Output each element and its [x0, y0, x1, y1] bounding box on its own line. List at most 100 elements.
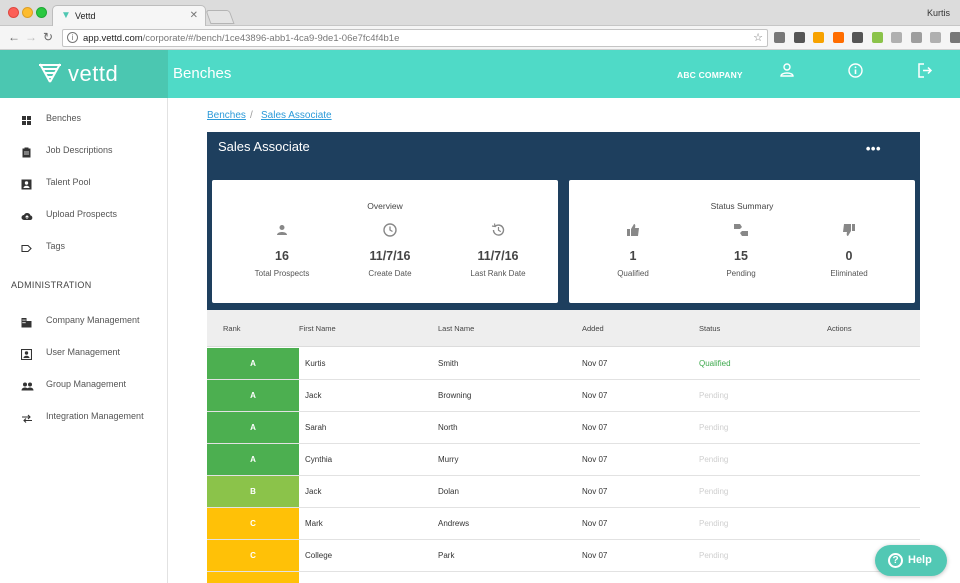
- browser-extension-icon[interactable]: [910, 32, 922, 43]
- browser-tab-strip: ▼ Vettd ✕ Kurtis: [0, 0, 960, 27]
- address-url[interactable]: app.vettd.com/corporate/#/bench/1ce43896…: [83, 33, 399, 44]
- first-name-cell: Mark: [305, 519, 323, 528]
- added-date-cell: Nov 07: [582, 519, 608, 528]
- sidebar-item-label: Company Management: [46, 315, 140, 325]
- breadcrumb-separator: /: [250, 110, 253, 121]
- browser-extension-icon[interactable]: [871, 32, 883, 43]
- browser-extension-icon[interactable]: [891, 32, 902, 43]
- last-name-cell: Andrews: [438, 519, 470, 528]
- table-row[interactable]: A Jack Browning Nov 07 Pending: [207, 380, 920, 412]
- brand[interactable]: vettd: [0, 50, 168, 98]
- window-maximize-button[interactable]: [36, 7, 47, 18]
- stat-value: 0: [845, 249, 853, 263]
- sidebar-item-label: Benches: [46, 113, 82, 123]
- brand-name: vettd: [68, 61, 119, 86]
- building-icon: [21, 315, 32, 328]
- sidebar-item-user-management[interactable]: User Management: [0, 342, 168, 362]
- column-rank[interactable]: Rank: [223, 324, 241, 333]
- window-minimize-button[interactable]: [22, 7, 33, 18]
- stat-label: Eliminated: [830, 269, 868, 278]
- column-added[interactable]: Added: [582, 324, 604, 333]
- table-row[interactable]: B Jack Dolan Nov 07 Pending: [207, 476, 920, 508]
- site-info-icon[interactable]: i: [67, 32, 78, 43]
- stat-value: 11/7/16: [369, 249, 411, 263]
- added-date-cell: Nov 07: [582, 391, 608, 400]
- sidebar: Benches Job Descriptions Talent Pool Upload…: [0, 98, 168, 583]
- info-icon[interactable]: [848, 63, 863, 78]
- stat-eliminated: 0 Eliminated: [799, 222, 899, 278]
- breadcrumb-sales-associate[interactable]: Sales Associate: [261, 110, 332, 121]
- browser-extension-icon[interactable]: [774, 32, 785, 43]
- stat-pending: 15 Pending: [691, 222, 791, 278]
- company-name[interactable]: ABC COMPANY: [677, 70, 743, 80]
- column-status[interactable]: Status: [699, 324, 720, 333]
- stat-label: Create Date: [368, 269, 412, 278]
- stat-last-rank-date: 11/7/16 Last Rank Date: [448, 222, 548, 278]
- status-cell: Pending: [699, 519, 729, 528]
- last-name-cell: North: [438, 423, 458, 432]
- sidebar-item-talent-pool[interactable]: Talent Pool: [0, 172, 168, 192]
- overview-card: Overview 16 Total Prospects 11/7/16 Crea…: [212, 180, 558, 303]
- app-header: vettd Benches ABC COMPANY: [0, 50, 960, 98]
- sidebar-item-label: Group Management: [46, 379, 127, 389]
- sidebar-item-label: Tags: [46, 241, 66, 251]
- table-row[interactable]: A Cynthia Murry Nov 07 Pending: [207, 444, 920, 476]
- reload-icon[interactable]: ↻: [43, 30, 53, 44]
- browser-extension-icon[interactable]: [813, 32, 824, 43]
- user-badge-icon: [20, 347, 33, 361]
- browser-profile-name[interactable]: Kurtis: [927, 8, 950, 18]
- column-last-name[interactable]: Last Name: [438, 324, 474, 333]
- tab-close-icon[interactable]: ✕: [190, 10, 198, 21]
- browser-extension-icon[interactable]: [832, 32, 844, 43]
- clipboard-icon: [21, 145, 32, 158]
- bookmark-star-icon[interactable]: ☆: [753, 31, 763, 44]
- sidebar-item-upload-prospects[interactable]: Upload Prospects: [0, 204, 168, 224]
- sidebar-item-job-descriptions[interactable]: Job Descriptions: [0, 140, 168, 160]
- sidebar-item-label: Job Descriptions: [46, 145, 113, 155]
- table-row[interactable]: C: [207, 572, 920, 583]
- breadcrumb-benches[interactable]: Benches: [207, 110, 246, 121]
- table-row[interactable]: A Sarah North Nov 07 Pending: [207, 412, 920, 444]
- sidebar-item-group-management[interactable]: Group Management: [0, 374, 168, 394]
- sidebar-item-benches[interactable]: Benches: [0, 108, 168, 128]
- first-name-cell: College: [305, 551, 333, 560]
- table-row[interactable]: C College Park Nov 07 Pending: [207, 540, 920, 572]
- browser-extension-icon[interactable]: [930, 32, 941, 43]
- status-cell: Pending: [699, 455, 729, 464]
- sidebar-item-tags[interactable]: Tags: [0, 236, 168, 256]
- rank-badge: B: [207, 476, 299, 507]
- person-icon: [232, 222, 332, 238]
- window-close-button[interactable]: [8, 7, 19, 18]
- more-options-icon[interactable]: •••: [866, 141, 881, 156]
- logout-icon[interactable]: [918, 63, 933, 78]
- stat-label: Last Rank Date: [470, 269, 526, 278]
- column-first-name[interactable]: First Name: [299, 324, 336, 333]
- status-cell: Qualified: [699, 359, 731, 368]
- browser-extension-icon[interactable]: [852, 32, 863, 43]
- first-name-cell: Sarah: [305, 423, 327, 432]
- forward-icon[interactable]: →: [25, 30, 37, 44]
- browser-tab[interactable]: ▼ Vettd ✕: [52, 5, 206, 27]
- table-row[interactable]: A Kurtis Smith Nov 07 Qualified: [207, 348, 920, 380]
- status-summary-title: Status Summary: [710, 201, 774, 211]
- contact-card-icon: [21, 177, 32, 190]
- first-name-cell: Jack: [305, 487, 322, 496]
- stat-label: Pending: [726, 269, 756, 278]
- rank-badge: C: [207, 508, 299, 539]
- sidebar-item-integration-management[interactable]: Integration Management: [0, 406, 168, 426]
- tag-icon: [21, 241, 32, 253]
- last-name-cell: Murry: [438, 455, 459, 464]
- address-bar[interactable]: i app.vettd.com/corporate/#/bench/1ce438…: [62, 29, 768, 47]
- browser-extension-icon[interactable]: [949, 32, 960, 43]
- stat-value: 15: [734, 249, 748, 263]
- table-row[interactable]: C Mark Andrews Nov 07 Pending: [207, 508, 920, 540]
- help-button[interactable]: ? Help: [875, 545, 947, 576]
- sidebar-item-company-management[interactable]: Company Management: [0, 310, 168, 330]
- last-name-cell: Browning: [438, 391, 472, 400]
- profile-icon[interactable]: [780, 63, 794, 77]
- browser-extension-icon[interactable]: [793, 32, 805, 43]
- thumbs-sideways-icon: [691, 222, 791, 238]
- new-tab-button[interactable]: [205, 10, 235, 24]
- back-icon[interactable]: ←: [8, 30, 20, 44]
- stat-value: 1: [629, 249, 637, 263]
